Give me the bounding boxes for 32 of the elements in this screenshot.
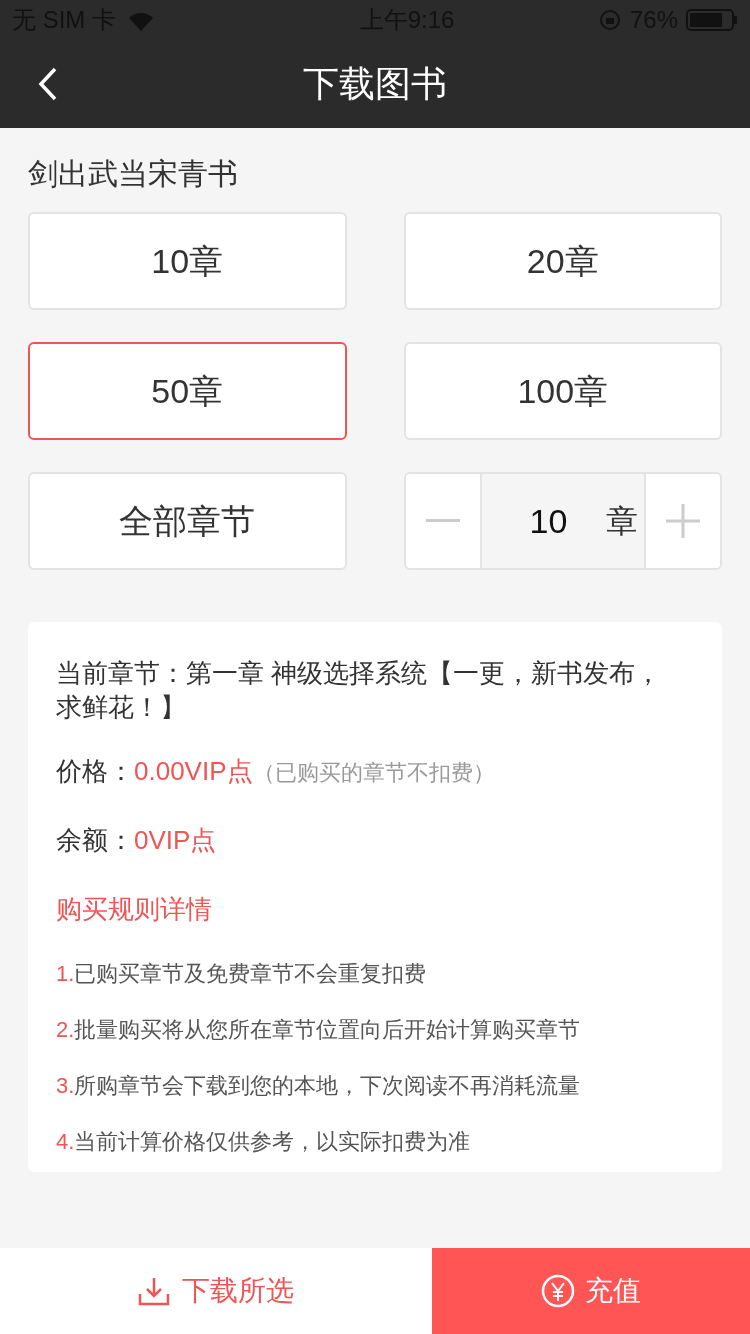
rule-text: 所购章节会下载到您的本地，下次阅读不再消耗流量	[74, 1072, 581, 1100]
price-value: 0.00VIP点	[134, 755, 253, 788]
yuan-coin-icon	[541, 1274, 575, 1308]
book-title: 剑出武当宋青书	[28, 156, 239, 192]
plus-icon	[666, 504, 700, 538]
rotation-lock-icon	[597, 8, 622, 32]
rule-text: 当前计算价格仅供参考，以实际扣费为准	[74, 1128, 471, 1156]
minus-icon	[425, 519, 460, 523]
rule-number: 4.	[56, 1128, 75, 1156]
balance-value: 0VIP点	[134, 824, 217, 857]
chapter-option[interactable]: 20章	[403, 212, 722, 310]
rule-text: 批量购买将从您所在章节位置向后开始计算购买章节	[74, 1016, 581, 1044]
chapter-option[interactable]: 50章	[28, 342, 347, 440]
price-note: （已购买的章节不扣费）	[252, 759, 495, 787]
battery-icon	[686, 8, 738, 32]
rule-number: 1.	[56, 960, 75, 988]
chapter-option[interactable]: 10章	[28, 212, 347, 310]
back-icon	[38, 67, 58, 101]
rule-number: 3.	[56, 1072, 75, 1100]
rule-number: 2.	[56, 1016, 75, 1044]
page-title: 下载图书	[303, 62, 447, 106]
increase-button[interactable]	[644, 474, 720, 568]
download-icon	[138, 1276, 170, 1306]
chapter-option[interactable]: 100章	[403, 342, 722, 440]
current-chapter: 当前章节：第一章 神级选择系统【一更，新书发布，求鲜花！】	[56, 657, 663, 724]
price-label: 价格：	[56, 755, 134, 788]
decrease-button[interactable]	[405, 474, 482, 568]
stepper-unit: 章	[606, 502, 638, 541]
rule-text: 已购买章节及免费章节不会重复扣费	[74, 960, 427, 988]
stepper-value: 10	[529, 500, 568, 542]
chapter-option[interactable]: 全部章节	[28, 472, 347, 570]
balance-label: 余额：	[56, 824, 134, 857]
